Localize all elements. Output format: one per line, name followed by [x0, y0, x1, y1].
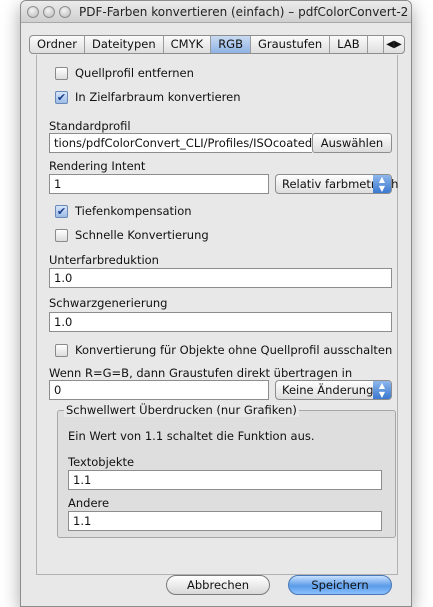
close-window-button[interactable] [27, 6, 39, 18]
depth-compensation-label: Tiefenkompensation [75, 204, 192, 218]
standard-profile-field[interactable]: tions/pdfColorConvert_CLI/Profiles/ISOco… [49, 133, 312, 153]
other-field[interactable]: 1.1 [68, 511, 382, 531]
minimize-window-button[interactable] [43, 6, 55, 18]
tab-overflow-icon[interactable]: ◀▶ [383, 36, 404, 53]
tab-rgb[interactable]: RGB [211, 36, 251, 53]
gcr-label: Schwarzgenerierung [49, 296, 168, 310]
save-button[interactable]: Speichern [288, 575, 392, 595]
remove-profile-checkbox[interactable] [55, 67, 68, 80]
title-bar[interactable]: PDF-Farben konvertieren (einfach) – pdfC… [21, 1, 411, 23]
tab-lab[interactable]: LAB [330, 36, 368, 53]
gcr-field[interactable]: 1.0 [49, 312, 392, 332]
gray-transfer-label: Wenn R=G=B, dann Graustufen direkt übert… [49, 366, 353, 380]
rendering-intent-field[interactable]: 1 [49, 174, 269, 194]
depth-compensation-checkbox[interactable]: ✔ [55, 205, 68, 218]
gray-transfer-popup-label: Keine Änderung [282, 383, 374, 397]
tab-bar: Ordner Dateitypen CMYK RGB Graustufen LA… [29, 35, 405, 54]
convert-target-checkbox[interactable]: ✔ [55, 91, 68, 104]
disable-no-profile-checkbox[interactable] [55, 344, 68, 357]
tab-ordner[interactable]: Ordner [30, 36, 85, 53]
ucr-label: Unterfarbreduktion [49, 253, 159, 267]
disable-no-profile-label: Konvertierung für Objekte ohne Quellprof… [75, 343, 393, 357]
window-title: PDF-Farben konvertieren (einfach) – pdfC… [79, 5, 409, 19]
text-objects-field[interactable]: 1.1 [68, 470, 382, 490]
overprint-info-text: Ein Wert von 1.1 schaltet die Funktion a… [68, 429, 315, 443]
gray-transfer-field[interactable]: 0 [49, 380, 269, 400]
text-objects-label: Textobjekte [68, 455, 135, 469]
zoom-window-button[interactable] [59, 6, 71, 18]
convert-target-label: In Zielfarbraum konvertieren [75, 90, 241, 104]
cancel-button[interactable]: Abbrechen [166, 575, 270, 595]
popup-arrows-icon: ▲ ▼ [373, 381, 391, 399]
ucr-field[interactable]: 1.0 [49, 268, 392, 288]
remove-profile-label: Quellprofil entfernen [75, 66, 194, 80]
gray-transfer-popup[interactable]: Keine Änderung ▲ ▼ [275, 380, 392, 400]
rendering-intent-label: Rendering Intent [49, 159, 146, 173]
tab-cmyk[interactable]: CMYK [164, 36, 212, 53]
other-label: Andere [68, 496, 110, 510]
rendering-intent-popup[interactable]: Relativ farbmetrisch ▲ ▼ [275, 174, 398, 194]
dialog-window: PDF-Farben konvertieren (einfach) – pdfC… [20, 0, 412, 607]
fast-conversion-label: Schnelle Konvertierung [75, 228, 209, 242]
standard-profile-label: Standardprofil [49, 119, 131, 133]
choose-profile-button[interactable]: Auswählen [312, 133, 392, 153]
overprint-group-legend: Schwellwert Überdrucken (nur Grafiken) [64, 403, 299, 417]
fast-conversion-checkbox[interactable] [55, 229, 68, 242]
popup-arrows-icon: ▲ ▼ [373, 175, 391, 193]
overprint-group: Schwellwert Überdrucken (nur Grafiken) E… [57, 403, 396, 538]
tab-dateitypen[interactable]: Dateitypen [85, 36, 164, 53]
tab-graustufen[interactable]: Graustufen [251, 36, 331, 53]
